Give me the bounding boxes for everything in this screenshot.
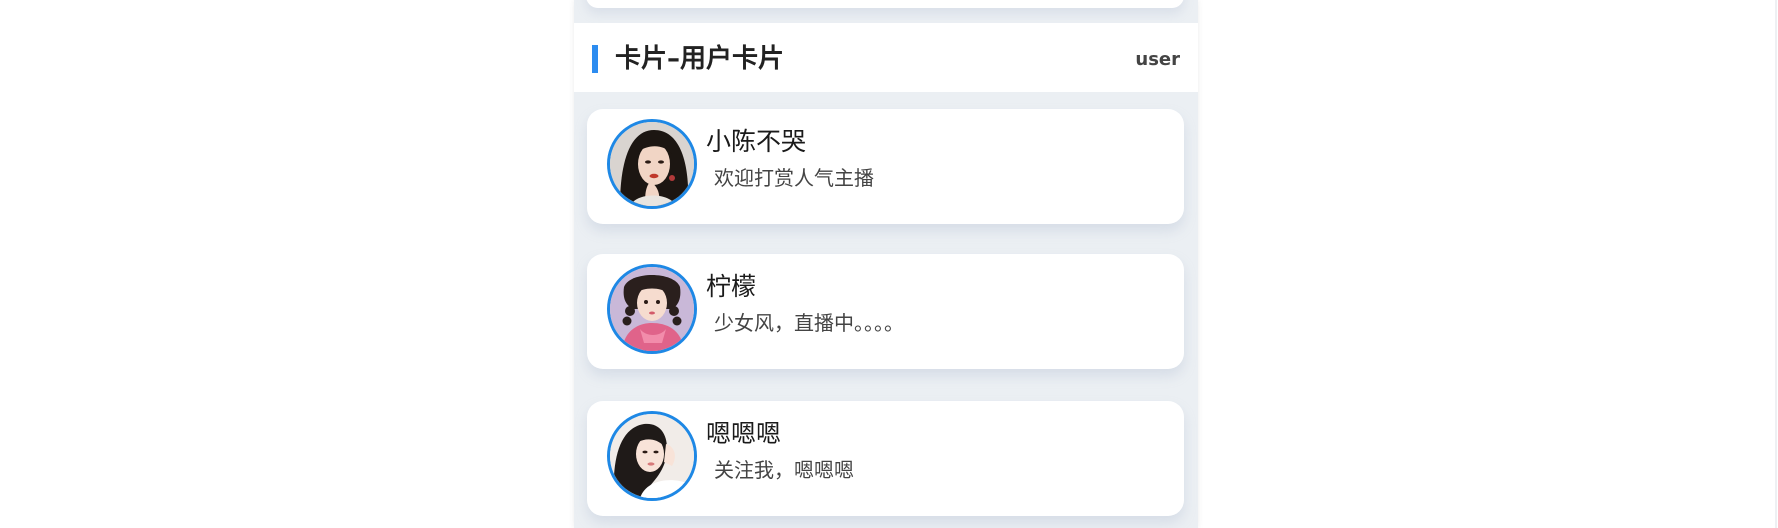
avatar-image (610, 122, 694, 206)
user-card[interactable]: 柠檬 少女风，直播中。。。。 (587, 254, 1184, 369)
section-tag: user (1135, 49, 1180, 70)
content-panel: 卡片–用户卡片 user 小陈不哭 欢迎打赏人气主播 柠檬 少女风，直播中。。。… (574, 0, 1198, 528)
section-title: 卡片–用户卡片 (615, 44, 785, 74)
user-card[interactable]: 嗯嗯嗯 关注我，嗯嗯嗯 (587, 401, 1184, 516)
avatar-image (610, 267, 694, 351)
user-description: 关注我，嗯嗯嗯 (714, 458, 854, 482)
user-name: 嗯嗯嗯 (706, 419, 782, 448)
accent-bar (592, 45, 598, 73)
user-description: 欢迎打赏人气主播 (714, 166, 874, 190)
avatar-image (610, 414, 694, 498)
section-header: 卡片–用户卡片 user (574, 23, 1198, 92)
user-avatar[interactable] (607, 411, 697, 501)
page-edge-divider (1775, 0, 1777, 528)
user-description: 少女风，直播中。。。。 (714, 311, 904, 335)
user-avatar[interactable] (607, 264, 697, 354)
user-avatar[interactable] (607, 119, 697, 209)
previous-card-fragment (586, 0, 1184, 8)
user-name: 柠檬 (706, 272, 757, 301)
user-name: 小陈不哭 (706, 127, 807, 156)
user-card[interactable]: 小陈不哭 欢迎打赏人气主播 (587, 109, 1184, 224)
